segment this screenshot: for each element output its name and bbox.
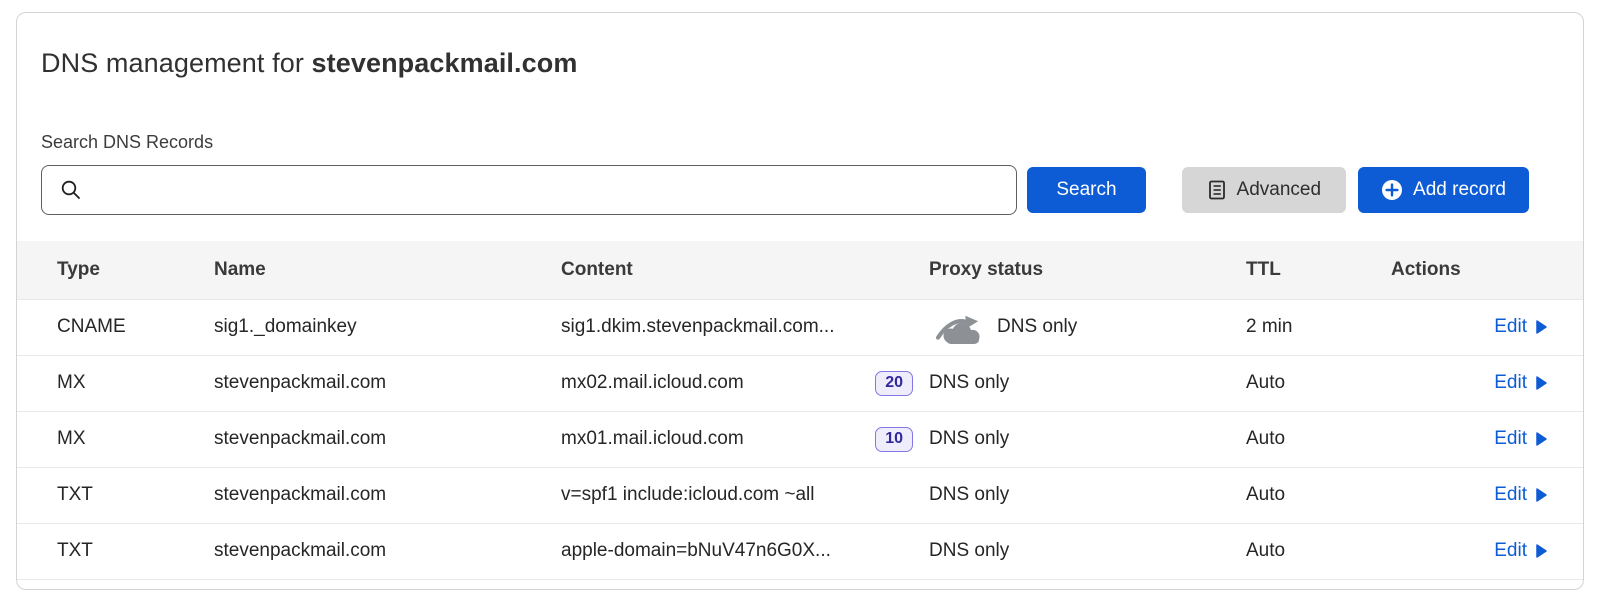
column-header-type: Type [17,241,214,299]
actions-cell: Edit [1391,467,1583,523]
card-top-section: DNS management for stevenpackmail.com Se… [17,13,1583,215]
caret-right-icon [1535,432,1547,446]
record-name: stevenpackmail.com [214,355,561,411]
proxy-status-cell: DNS only [929,523,1246,579]
record-name: sig1._domainkey [214,299,561,355]
search-row: Search Advanced [41,165,1559,215]
record-ttl: Auto [1246,355,1391,411]
actions-cell: Edit [1391,411,1583,467]
record-content-cell: v=spf1 include:icloud.com ~all [561,467,929,523]
record-content-cell: apple-domain=bNuV47n6G0X... [561,523,929,579]
column-header-name: Name [214,241,561,299]
caret-right-icon [1535,376,1547,390]
edit-label: Edit [1494,316,1527,338]
add-record-button-label: Add record [1413,179,1506,201]
edit-record-button[interactable]: Edit [1494,540,1547,562]
column-header-proxy-status: Proxy status [929,241,1246,299]
record-ttl: Auto [1246,411,1391,467]
advanced-button[interactable]: Advanced [1182,167,1347,213]
proxy-status-cell: DNS only [929,299,1246,355]
search-input[interactable] [41,165,1017,215]
record-content-cell: mx02.mail.icloud.com 20 [561,355,929,411]
priority-badge: 20 [875,371,913,396]
record-name: stevenpackmail.com [214,411,561,467]
record-type: TXT [17,467,214,523]
proxy-status-text: DNS only [929,540,1009,562]
record-content: sig1.dkim.stevenpackmail.com... [561,316,929,338]
dns-records-table: Type Name Content Proxy status TTL Actio… [17,241,1583,580]
actions-cell: Edit [1391,523,1583,579]
page-title-domain: stevenpackmail.com [312,48,578,78]
record-name: stevenpackmail.com [214,523,561,579]
record-content: mx01.mail.icloud.com [561,428,875,450]
record-ttl: Auto [1246,523,1391,579]
actions-cell: Edit [1391,355,1583,411]
list-document-icon [1207,180,1227,200]
proxy-status-cell: DNS only [929,467,1246,523]
proxy-status-text: DNS only [929,484,1009,506]
record-type: MX [17,355,214,411]
plus-circle-icon [1381,179,1403,201]
proxy-status-cell: DNS only [929,355,1246,411]
advanced-button-label: Advanced [1237,179,1322,201]
record-type: TXT [17,523,214,579]
proxy-status-text: DNS only [929,428,1009,450]
column-header-content: Content [561,241,929,299]
grey-cloud-arrow-icon [935,313,983,344]
record-content: v=spf1 include:icloud.com ~all [561,484,929,506]
search-label: Search DNS Records [41,131,1559,153]
search-button-label: Search [1056,179,1116,201]
record-content-cell: sig1.dkim.stevenpackmail.com... [561,299,929,355]
edit-label: Edit [1494,484,1527,506]
record-ttl: 2 min [1246,299,1391,355]
page-title-prefix: DNS management for [41,48,312,78]
actions-cell: Edit [1391,299,1583,355]
dns-records-body: CNAME sig1._domainkey sig1.dkim.stevenpa… [17,299,1583,579]
record-name: stevenpackmail.com [214,467,561,523]
table-row: MX stevenpackmail.com mx01.mail.icloud.c… [17,411,1583,467]
proxy-status-cell: DNS only [929,411,1246,467]
table-row: TXT stevenpackmail.com v=spf1 include:ic… [17,467,1583,523]
add-record-button[interactable]: Add record [1358,167,1529,213]
dns-management-card: DNS management for stevenpackmail.com Se… [16,12,1584,590]
edit-record-button[interactable]: Edit [1494,484,1547,506]
search-box [41,165,1017,215]
table-row: TXT stevenpackmail.com apple-domain=bNuV… [17,523,1583,579]
page-title: DNS management for stevenpackmail.com [41,45,1559,81]
edit-record-button[interactable]: Edit [1494,428,1547,450]
edit-label: Edit [1494,540,1527,562]
edit-record-button[interactable]: Edit [1494,316,1547,338]
record-type: MX [17,411,214,467]
column-header-actions: Actions [1391,241,1583,299]
proxy-status-text: DNS only [929,372,1009,394]
table-row: CNAME sig1._domainkey sig1.dkim.stevenpa… [17,299,1583,355]
edit-label: Edit [1494,428,1527,450]
record-content: apple-domain=bNuV47n6G0X... [561,540,929,562]
record-type: CNAME [17,299,214,355]
table-row: MX stevenpackmail.com mx02.mail.icloud.c… [17,355,1583,411]
column-header-ttl: TTL [1246,241,1391,299]
edit-label: Edit [1494,372,1527,394]
caret-right-icon [1535,544,1547,558]
edit-record-button[interactable]: Edit [1494,372,1547,394]
proxy-status-text: DNS only [997,316,1077,338]
record-content-cell: mx01.mail.icloud.com 10 [561,411,929,467]
priority-badge: 10 [875,427,913,452]
record-ttl: Auto [1246,467,1391,523]
caret-right-icon [1535,488,1547,502]
caret-right-icon [1535,320,1547,334]
table-header-row: Type Name Content Proxy status TTL Actio… [17,241,1583,299]
search-button[interactable]: Search [1027,167,1145,213]
record-content: mx02.mail.icloud.com [561,372,875,394]
